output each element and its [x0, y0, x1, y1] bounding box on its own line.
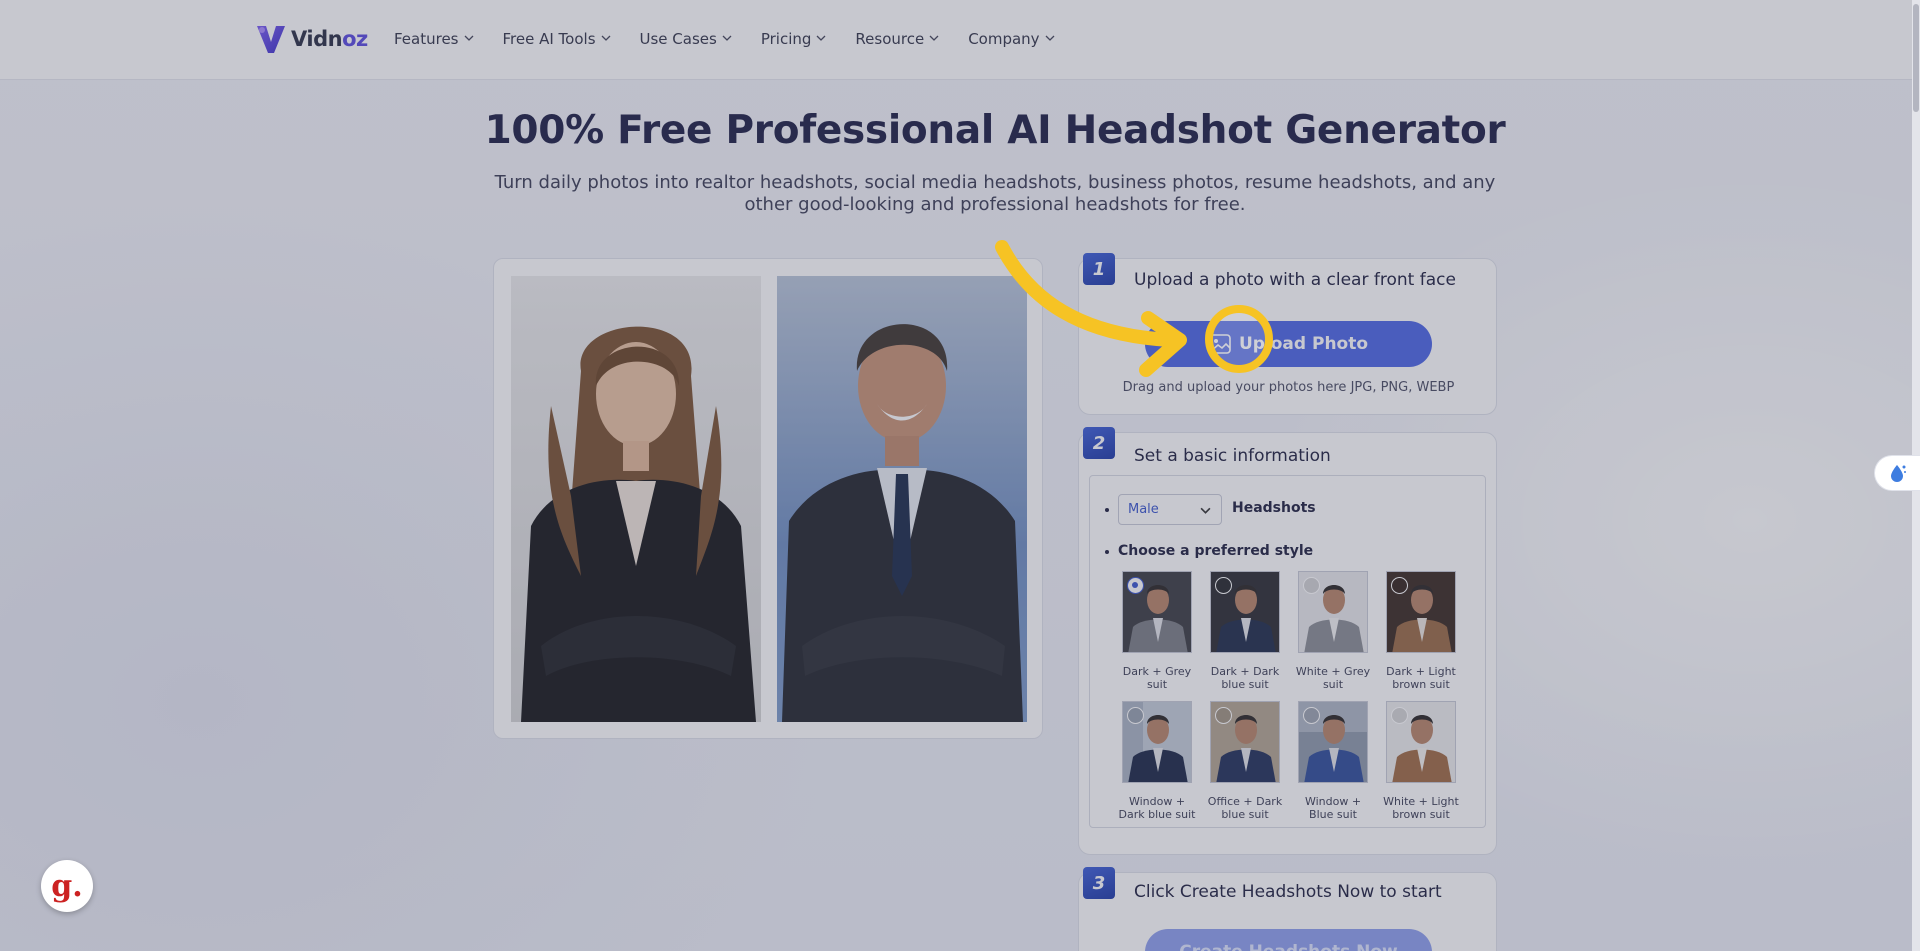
style-option-dark-grey[interactable]: Dark + Grey suit	[1122, 571, 1194, 691]
style-thumbnail	[1210, 571, 1280, 653]
style-caption: Dark + Grey suit	[1122, 665, 1192, 691]
step1-badge: 1	[1083, 253, 1115, 285]
style-thumbnail	[1298, 701, 1368, 783]
style-radio[interactable]	[1215, 577, 1232, 594]
create-headshots-button[interactable]: Create Headshots Now	[1145, 929, 1432, 951]
style-caption: Dark + Light brown suit	[1386, 665, 1456, 691]
style-thumbnail	[1386, 571, 1456, 653]
style-caption: Dark + Dark blue suit	[1210, 665, 1280, 691]
step2-title: Set a basic information	[1134, 446, 1331, 466]
style-caption: White + Light brown suit	[1383, 795, 1459, 821]
site-header: Vidnoz Features Free AI Tools Use Cases …	[0, 0, 1920, 80]
bullet	[1105, 550, 1109, 554]
chevron-down-icon	[816, 35, 826, 41]
upload-photo-label: Upload Photo	[1238, 334, 1369, 354]
nav-free-ai-tools[interactable]: Free AI Tools	[503, 30, 611, 48]
guidde-button-label: g.	[51, 868, 83, 904]
water-drop-icon	[1890, 465, 1906, 482]
style-radio[interactable]	[1303, 577, 1320, 594]
style-thumbnail	[1122, 571, 1192, 653]
headshots-label: Headshots	[1232, 500, 1316, 516]
style-option-dark-darkblue[interactable]: Dark + Dark blue suit	[1210, 571, 1282, 691]
nav-label: Resource	[855, 30, 925, 48]
chevron-down-icon	[464, 35, 473, 41]
create-headshots-label: Create Headshots Now	[1179, 942, 1398, 951]
example-man-headshot	[777, 276, 1027, 722]
step1-upload-card: 1 Upload a photo with a clear front face…	[1078, 253, 1497, 415]
style-caption: Window + Blue suit	[1304, 795, 1362, 821]
scrollbar-thumb[interactable]	[1913, 4, 1919, 112]
chevron-down-icon	[1045, 35, 1055, 41]
style-radio[interactable]	[1303, 707, 1320, 724]
chevron-down-icon	[1200, 507, 1211, 514]
step2-settings-card: 2 Set a basic information Male Headshots…	[1078, 427, 1497, 855]
step2-badge: 2	[1083, 427, 1115, 459]
image-icon	[1209, 334, 1231, 354]
style-option-window-darkblue[interactable]: Window + Dark blue suit	[1119, 701, 1195, 821]
style-option-office-darkblue[interactable]: Office + Dark blue suit	[1208, 701, 1282, 821]
style-caption: Office + Dark blue suit	[1207, 795, 1283, 821]
page-title: 100% Free Professional AI Headshot Gener…	[484, 108, 1506, 153]
step3-title: Click Create Headshots Now to start	[1134, 882, 1442, 902]
chevron-down-icon	[929, 35, 939, 41]
man-portrait-image	[782, 324, 1023, 722]
style-option-dark-lightbrown[interactable]: Dark + Light brown suit	[1386, 571, 1458, 691]
style-option-window-blue[interactable]: Window + Blue suit	[1298, 701, 1370, 821]
step1-title: Upload a photo with a clear front face	[1134, 270, 1456, 290]
nav-label: Pricing	[760, 30, 812, 48]
nav-label: Features	[394, 30, 459, 48]
vidnoz-logo[interactable]: Vidnoz	[254, 22, 368, 56]
style-option-white-grey[interactable]: White + Grey suit	[1296, 571, 1370, 691]
step3-badge: 3	[1083, 867, 1115, 899]
woman-portrait-image	[521, 326, 756, 722]
example-headshots-card	[493, 258, 1043, 739]
style-caption: White + Grey suit	[1295, 665, 1371, 691]
step3-create-card: 3 Click Create Headshots Now to start Cr…	[1078, 867, 1497, 951]
bullet	[1105, 508, 1109, 512]
gender-select-value: Male	[1128, 502, 1159, 517]
style-thumbnail	[1210, 701, 1280, 783]
gender-select[interactable]: Male	[1118, 494, 1222, 525]
style-radio[interactable]	[1127, 577, 1144, 594]
style-radio[interactable]	[1127, 707, 1144, 724]
settings-box: Male Headshots Choose a preferred style …	[1089, 475, 1486, 828]
style-radio[interactable]	[1391, 707, 1408, 724]
upload-hint: Drag and upload your photos here JPG, PN…	[1122, 380, 1455, 395]
style-thumbnail	[1298, 571, 1368, 653]
nav-pricing[interactable]: Pricing	[761, 30, 827, 48]
nav-company[interactable]: Company	[968, 30, 1055, 48]
nav-features[interactable]: Features	[394, 30, 474, 48]
side-widget-button[interactable]	[1874, 455, 1920, 491]
example-woman-headshot	[511, 276, 761, 722]
style-radio[interactable]	[1215, 707, 1232, 724]
vidnoz-logo-icon	[257, 26, 285, 53]
upload-photo-button[interactable]: Upload Photo	[1145, 321, 1432, 367]
nav-use-cases[interactable]: Use Cases	[640, 30, 732, 48]
nav-label: Free AI Tools	[502, 30, 596, 48]
style-option-white-lightbrown[interactable]: White + Light brown suit	[1383, 701, 1459, 821]
nav-label: Use Cases	[639, 30, 717, 48]
logo-text: Vidnoz	[291, 27, 368, 51]
style-radio[interactable]	[1391, 577, 1408, 594]
style-caption: Window + Dark blue suit	[1118, 795, 1196, 821]
main-nav: Features Free AI Tools Use Cases Pricing…	[394, 30, 1084, 48]
style-thumbnail	[1122, 701, 1192, 783]
guidde-button[interactable]: g.	[41, 860, 93, 912]
chevron-down-icon	[722, 35, 732, 41]
style-thumbnail	[1386, 701, 1456, 783]
page-subtitle: Turn daily photos into realtor headshots…	[494, 172, 1496, 215]
style-label: Choose a preferred style	[1118, 543, 1314, 559]
nav-resource[interactable]: Resource	[855, 30, 939, 48]
nav-label: Company	[968, 30, 1040, 48]
chevron-down-icon	[601, 35, 610, 41]
